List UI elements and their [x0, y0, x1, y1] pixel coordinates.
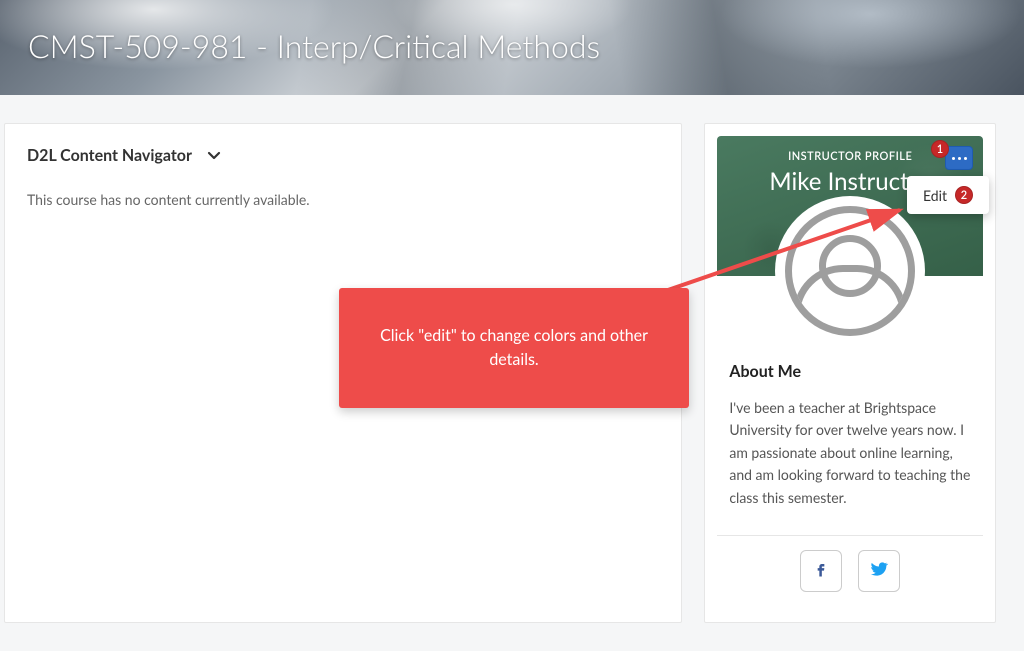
- about-title: About Me: [729, 362, 971, 381]
- ellipsis-icon: [952, 157, 967, 160]
- instruction-callout: Click "edit" to change colors and other …: [339, 288, 689, 408]
- about-text: I've been a teacher at Brightspace Unive…: [729, 397, 971, 509]
- annotation-badge-2: 2: [955, 186, 973, 204]
- callout-text: Click "edit" to change colors and other …: [367, 324, 661, 372]
- twitter-button[interactable]: [858, 550, 900, 592]
- annotation-badge-1: 1: [931, 140, 949, 158]
- edit-label: Edit: [923, 187, 947, 204]
- edit-menu-item[interactable]: Edit 2: [907, 176, 989, 214]
- avatar: [775, 196, 925, 346]
- social-links: [717, 550, 983, 592]
- course-banner: CMST-509-981 - Interp/Critical Methods: [0, 0, 1024, 95]
- empty-content-message: This course has no content currently ava…: [27, 191, 659, 208]
- instructor-profile-card: INSTRUCTOR PROFILE Mike Instructor 1 Edi…: [704, 123, 996, 623]
- profile-header: INSTRUCTOR PROFILE Mike Instructor 1 Edi…: [717, 136, 983, 276]
- chevron-down-icon: [206, 148, 222, 164]
- person-icon: [785, 206, 915, 336]
- course-title: CMST-509-981 - Interp/Critical Methods: [28, 26, 600, 65]
- facebook-icon: [811, 559, 831, 583]
- content-navigator-title: D2L Content Navigator: [27, 146, 192, 165]
- facebook-button[interactable]: [800, 550, 842, 592]
- profile-options-button[interactable]: [945, 146, 973, 170]
- content-navigator-header[interactable]: D2L Content Navigator: [27, 146, 659, 165]
- twitter-icon: [869, 559, 889, 583]
- divider: [717, 535, 983, 536]
